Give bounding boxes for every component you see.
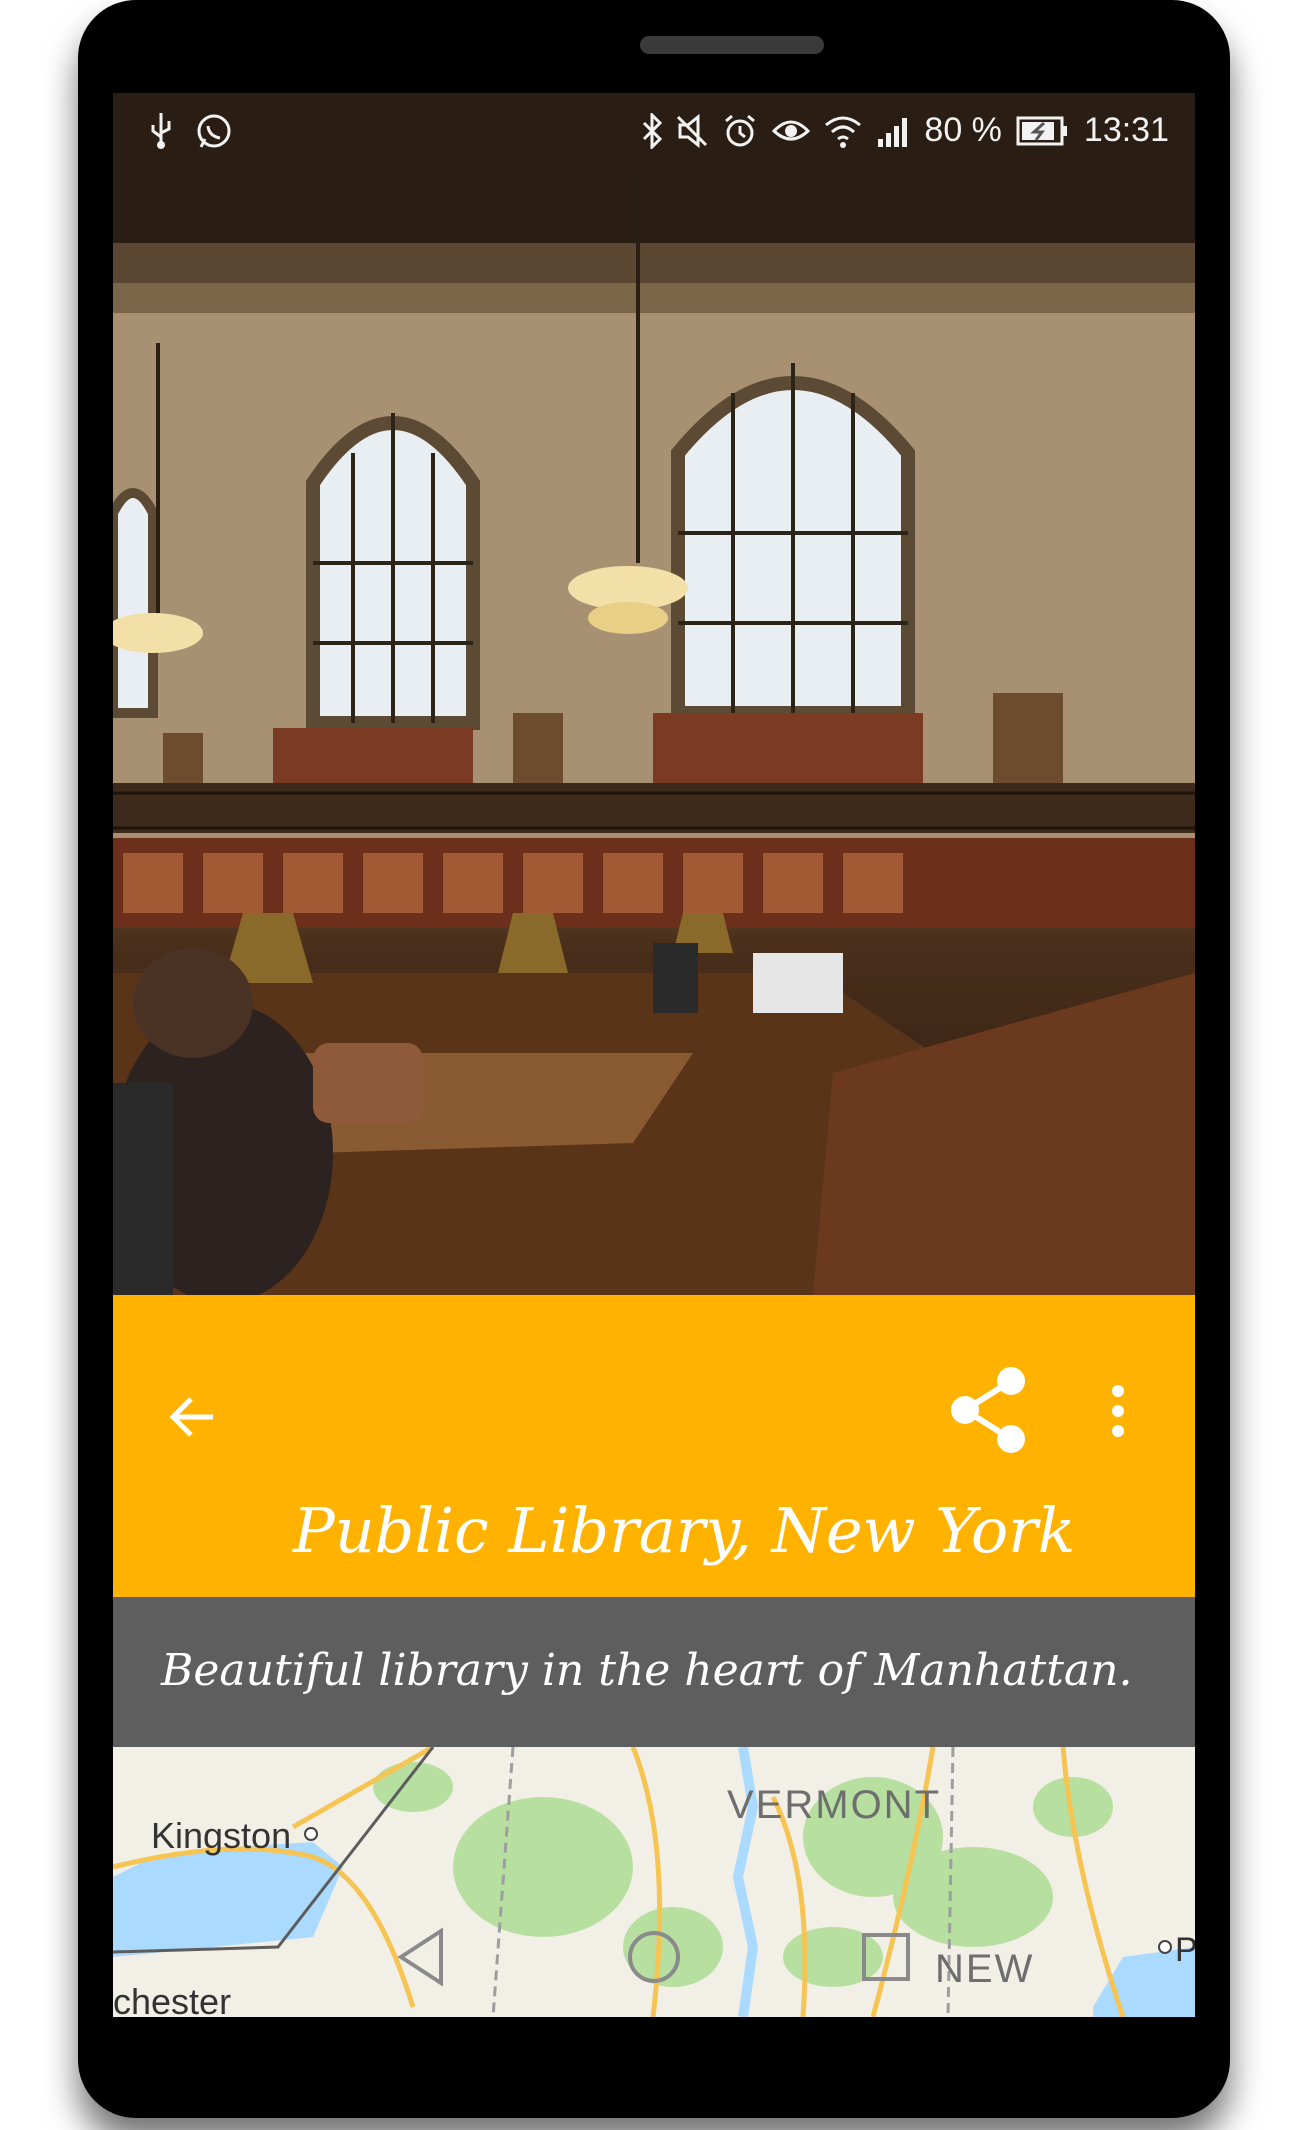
alarm-icon [725, 114, 756, 146]
usb-icon [151, 113, 171, 149]
description-band: Beautiful library in the heart of Manhat… [113, 1597, 1195, 1747]
status-bar: 80 % 13:31 [113, 93, 1195, 171]
library-photo [113, 93, 1195, 1295]
back-button[interactable] [163, 1387, 223, 1447]
app-toolbar: Public Library, New York [113, 1295, 1195, 1597]
system-nav-bar [113, 1893, 1195, 2017]
nav-recents-button[interactable] [846, 1917, 926, 1997]
clock: 13:31 [1083, 111, 1169, 149]
recents-square-icon [862, 1933, 910, 1981]
header-photo: 80 % 13:31 [113, 93, 1195, 1295]
status-left-icons [147, 111, 233, 151]
wifi-icon [825, 116, 862, 148]
whatsapp-icon [197, 114, 231, 148]
home-circle-icon [628, 1931, 680, 1983]
arrow-back-icon [169, 1397, 213, 1437]
speaker-grill [640, 36, 824, 54]
more-vert-icon [1112, 1385, 1124, 1437]
eye-icon [772, 120, 811, 140]
share-icon [951, 1367, 1025, 1453]
battery-charging-icon [1016, 116, 1067, 145]
nav-home-button[interactable] [614, 1917, 694, 1997]
mute-icon [677, 113, 708, 148]
back-triangle-icon [397, 1927, 443, 1987]
signal-icon [878, 117, 908, 147]
nav-back-button[interactable] [383, 1917, 463, 1997]
page-title: Public Library, New York [293, 1494, 1076, 1567]
battery-percent: 80 % [924, 111, 1002, 149]
description-text: Beautiful library in the heart of Manhat… [161, 1645, 1133, 1696]
share-button[interactable] [949, 1365, 1029, 1455]
screen: 80 % 13:31 Public Library, New York Beau… [113, 93, 1195, 2017]
bluetooth-icon [643, 112, 663, 149]
map-label-kingston: Kingston [151, 1815, 292, 1856]
status-right-icons: 80 % 13:31 [642, 111, 1169, 150]
map-label-vermont: VERMONT [727, 1783, 941, 1827]
more-options-button[interactable] [1103, 1381, 1133, 1441]
